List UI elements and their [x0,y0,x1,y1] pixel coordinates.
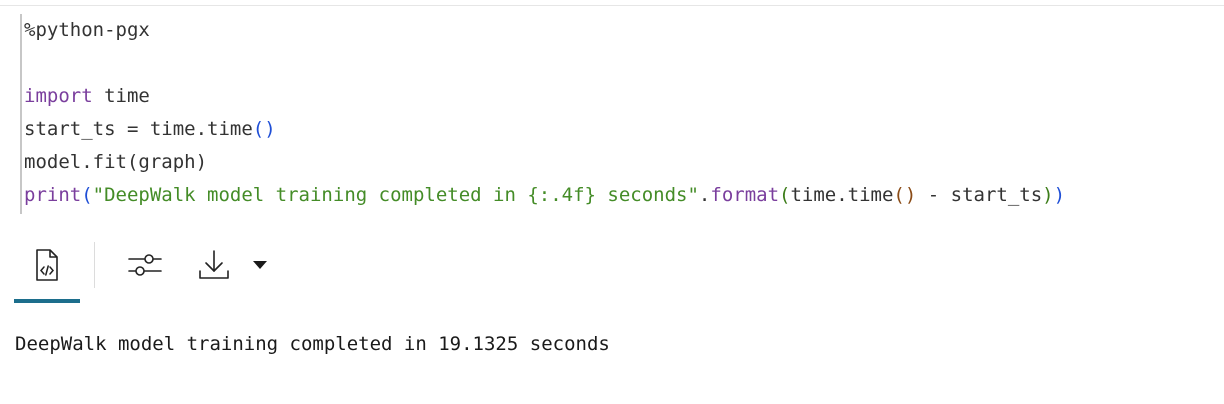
toolbar-divider [94,242,95,288]
paren: ( [81,184,93,206]
code-view-icon [36,249,58,281]
builtin-print: print [24,184,82,206]
code-line-5: model.fit(graph) [24,146,1065,179]
paren: ) [264,118,276,140]
paren: ( [779,184,791,206]
magic-command: %python-pgx [24,19,150,41]
settings-button[interactable] [112,240,178,290]
method-format: format [710,184,780,206]
code-token: model.fit(graph) [24,151,208,173]
paren: ( [252,118,265,140]
settings-sliders-icon [128,254,162,276]
code-editor[interactable]: %python-pgx import time start_ts = time.t… [20,14,1224,214]
string-literal: "DeepWalk model training completed in {:… [92,184,699,206]
code-line-3: import time [24,80,1065,113]
code-token: . [698,184,711,206]
code-line-4: start_ts = time.time() [24,113,1065,146]
cell-output: DeepWalk model training completed in 19.… [15,333,610,355]
code-line-6: print("DeepWalk model training completed… [24,179,1065,212]
paren: ) [1053,184,1066,206]
code-token: - start_ts [916,184,1043,206]
code-token: start_ts = time.time [24,118,253,140]
paren: ) [1042,184,1054,206]
download-button[interactable] [186,240,242,290]
output-toolbar [14,240,314,304]
code-token: time [92,85,150,107]
paren: () [893,184,917,206]
code-content[interactable]: %python-pgx import time start_ts = time.t… [24,14,1065,212]
code-token: time.time [790,184,894,206]
download-menu-toggle[interactable] [242,240,278,290]
code-line-1: %python-pgx [24,14,1065,47]
keyword-import: import [24,85,93,107]
download-icon [199,250,229,279]
caret-down-icon [253,261,267,269]
code-view-button[interactable] [14,240,80,303]
top-divider [0,5,1224,6]
